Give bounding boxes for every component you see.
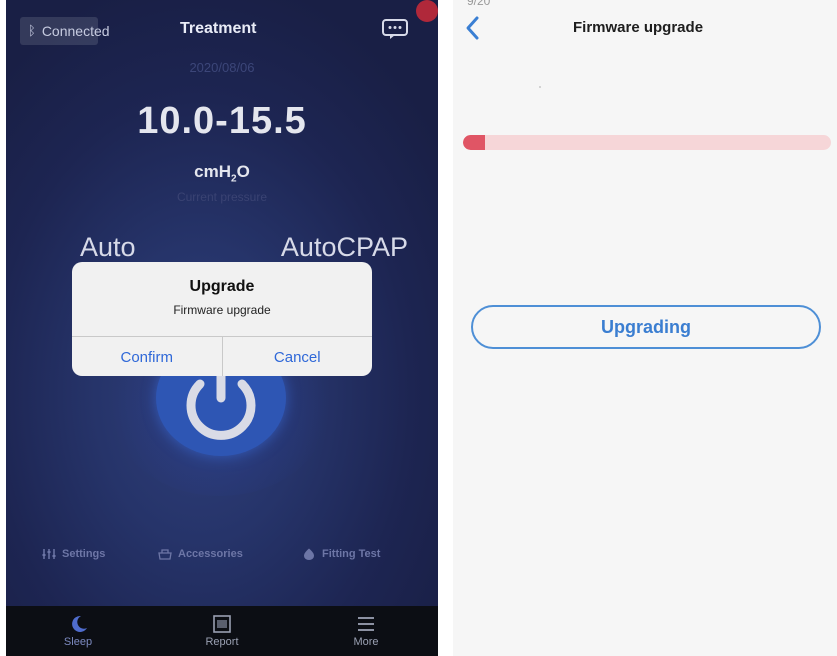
sliders-icon <box>42 549 56 559</box>
moon-icon <box>72 615 87 632</box>
fitting-test-link[interactable]: Fitting Test <box>302 548 380 560</box>
back-chevron-icon[interactable] <box>463 14 483 42</box>
quick-links: Settings Accessories Fitting Test <box>6 548 438 568</box>
connection-status-label: Connected <box>41 23 110 39</box>
message-icon[interactable] <box>382 19 408 39</box>
tab-sleep-label: Sleep <box>63 635 93 648</box>
accessories-link[interactable]: Accessories <box>158 548 243 560</box>
tab-report-label: Report <box>205 635 239 648</box>
treatment-header: ᛒ Connected Treatment <box>6 0 438 60</box>
tab-more-label: More <box>353 635 379 648</box>
accessories-label: Accessories <box>178 548 243 560</box>
connection-status-chip[interactable]: ᛒ Connected <box>20 17 110 45</box>
bottom-tab-bar: Sleep Report More <box>6 606 438 656</box>
page-title: Firmware upgrade <box>573 19 704 36</box>
notification-dot <box>416 0 438 22</box>
firmware-upgrade-screen: 9/20 Firmware upgrade Upgrading <box>453 0 837 656</box>
mode-auto: Auto <box>80 232 136 262</box>
pressure-label: Current pressure <box>176 190 268 204</box>
dialog-actions: Confirm Cancel <box>72 336 372 376</box>
upgrade-dialog: Upgrade Firmware upgrade Confirm Cancel <box>72 262 372 376</box>
upgrade-progress-bar <box>463 135 831 150</box>
fitting-test-label: Fitting Test <box>322 548 381 560</box>
page-title: Treatment <box>180 20 257 37</box>
unit-main: cmH <box>194 162 232 181</box>
tab-more[interactable]: More <box>294 606 438 656</box>
confirm-button[interactable]: Confirm <box>72 337 222 376</box>
upgrading-button[interactable]: Upgrading <box>471 305 821 349</box>
report-icon <box>213 614 231 633</box>
cancel-button[interactable]: Cancel <box>221 337 373 376</box>
menu-icon <box>358 616 374 631</box>
status-time: 9/20 <box>467 0 491 8</box>
treatment-date: 2020/08/06 <box>189 60 255 75</box>
upgrade-progress-fill <box>463 135 486 150</box>
box-icon <box>158 549 172 560</box>
treatment-screen: ᛒ Connected Treatment 2020/08/06 10.0-15… <box>6 0 438 656</box>
settings-label: Settings <box>62 548 106 560</box>
dialog-message: Firmware upgrade <box>173 303 271 317</box>
mode-autocpap: AutoCPAP <box>280 232 408 262</box>
dust-speck <box>539 86 541 88</box>
pressure-value: 10.0-15.5 <box>137 100 307 142</box>
dialog-title: Upgrade <box>189 278 255 295</box>
unit-end: O <box>236 162 250 181</box>
mask-icon <box>304 548 314 560</box>
tab-sleep[interactable]: Sleep <box>6 606 150 656</box>
tab-report[interactable]: Report <box>150 606 294 656</box>
pressure-unit: cmH2O <box>6 162 438 184</box>
settings-link[interactable]: Settings <box>42 548 105 560</box>
bluetooth-icon: ᛒ <box>28 23 36 38</box>
